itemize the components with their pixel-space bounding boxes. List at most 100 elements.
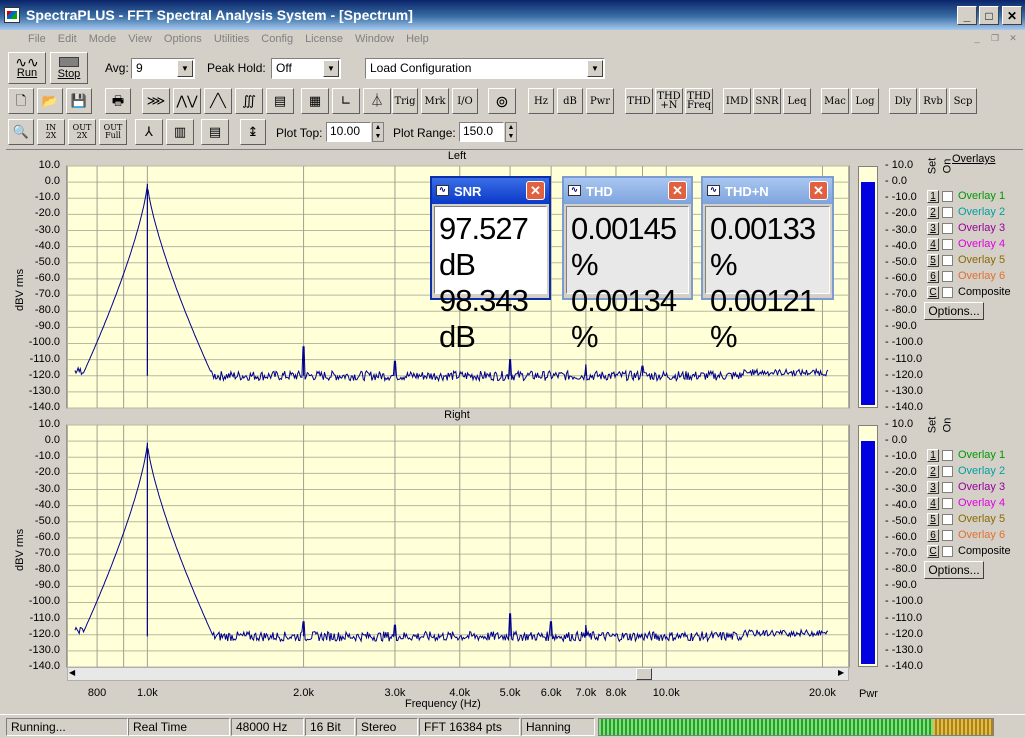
- x-tick-label: 10.0k: [652, 687, 680, 699]
- overlay-set-button[interactable]: 4: [927, 496, 939, 510]
- overlay-label: Overlay 6: [958, 270, 1006, 282]
- meter-tick-label: - -80.0: [885, 304, 917, 317]
- y-tick-label: -10.0: [34, 191, 60, 204]
- y-tick-label: 0.0: [44, 434, 60, 447]
- y-tick-label: -40.0: [34, 498, 60, 511]
- overlay-options-button[interactable]: Options...: [924, 561, 984, 579]
- status-window-function: Hanning: [521, 718, 595, 736]
- overlay-set-button[interactable]: 3: [927, 221, 939, 235]
- overlay-row: 5 Overlay 5: [927, 511, 1005, 527]
- y-tick-label: -80.0: [34, 563, 60, 576]
- overlay-set-button[interactable]: 2: [927, 464, 939, 478]
- overlay-checkbox[interactable]: [942, 513, 953, 525]
- overlay-set-button[interactable]: C: [927, 285, 939, 299]
- overlay-checkbox[interactable]: [942, 481, 953, 493]
- overlay-set-button[interactable]: 4: [927, 237, 939, 251]
- meter-tick-label: - -120.0: [885, 627, 923, 640]
- overlay-set-button[interactable]: 1: [927, 189, 939, 203]
- overlay-label: Composite: [958, 545, 1011, 557]
- thd-n-left-value: 0.00133 %: [710, 211, 816, 282]
- thd-window-caption[interactable]: ∿ THD ✕: [564, 178, 691, 204]
- status-sample-rate: 48000 Hz: [231, 718, 304, 736]
- overlay-checkbox[interactable]: [942, 254, 953, 266]
- x-tick-label: 800: [87, 687, 107, 699]
- thd-n-readout-window[interactable]: ∿ THD+N ✕ 0.00133 % 0.00121 %: [701, 176, 834, 354]
- overlay-row: 3 Overlay 3: [927, 479, 1005, 495]
- meter-tick-label: - -100.0: [885, 336, 923, 349]
- overlay-checkbox[interactable]: [942, 206, 953, 218]
- wave-icon: ∿: [568, 185, 581, 196]
- meter-tick-label: - -60.0: [885, 530, 917, 543]
- snr-readout-window[interactable]: ∿ SNR ✕ 97.527 dB 98.343 dB: [430, 176, 551, 354]
- overlay-label: Overlay 5: [958, 254, 1006, 266]
- y-tick-label: 0.0: [44, 175, 60, 188]
- overlay-checkbox[interactable]: [942, 286, 953, 298]
- overlay-set-button[interactable]: 6: [927, 528, 939, 542]
- overlay-checkbox[interactable]: [942, 270, 953, 282]
- overlay-checkbox[interactable]: [942, 465, 953, 477]
- status-channels: Stereo: [356, 718, 418, 736]
- meter-tick-label: - -110.0: [885, 352, 923, 365]
- x-tick-label: 6.0k: [540, 687, 562, 699]
- scroll-thumb[interactable]: [636, 668, 652, 680]
- set-column-label: Set: [926, 157, 939, 175]
- meter-tick-label: - -20.0: [885, 207, 917, 220]
- on-column-label: On: [941, 417, 954, 433]
- meter-tick-label: - -10.0: [885, 191, 917, 204]
- overlay-label: Overlay 6: [958, 529, 1006, 541]
- y-tick-label: -60.0: [34, 530, 60, 543]
- right-spectrum-plot[interactable]: [66, 424, 850, 668]
- meter-tick-label: - 0.0: [885, 434, 908, 447]
- close-icon[interactable]: ✕: [526, 181, 545, 200]
- meter-tick-label: - -110.0: [885, 611, 923, 624]
- overlay-set-button[interactable]: 6: [927, 269, 939, 283]
- y-tick-label: -110.0: [29, 352, 60, 365]
- overlay-set-button[interactable]: 5: [927, 253, 939, 267]
- overlay-checkbox[interactable]: [942, 190, 953, 202]
- overlay-checkbox[interactable]: [942, 238, 953, 250]
- scroll-left-icon[interactable]: ◀: [69, 668, 75, 677]
- meter-tick-label: - -20.0: [885, 466, 917, 479]
- x-tick-label: 1.0k: [136, 687, 158, 699]
- overlay-set-button[interactable]: 1: [927, 448, 939, 462]
- scroll-right-icon[interactable]: ▶: [838, 668, 844, 677]
- overlay-set-button[interactable]: 5: [927, 512, 939, 526]
- overlay-checkbox[interactable]: [942, 529, 953, 541]
- thd-readout-window[interactable]: ∿ THD ✕ 0.00145 % 0.00134 %: [562, 176, 693, 354]
- meter-tick-label: - -80.0: [885, 563, 917, 576]
- overlay-set-button[interactable]: C: [927, 544, 939, 558]
- x-tick-label: 2.0k: [293, 687, 314, 699]
- overlay-row: 4 Overlay 4: [927, 236, 1005, 252]
- overlay-label: Overlay 2: [958, 465, 1006, 477]
- overlay-set-button[interactable]: 3: [927, 480, 939, 494]
- overlay-checkbox[interactable]: [942, 545, 953, 557]
- overlay-checkbox[interactable]: [942, 222, 953, 234]
- y-tick-label: -80.0: [34, 304, 60, 317]
- pwr-label: Pwr: [859, 688, 878, 700]
- close-icon[interactable]: ✕: [668, 181, 687, 200]
- meter-tick-label: - -40.0: [885, 239, 917, 252]
- meter-tick-label: - -10.0: [885, 450, 917, 463]
- overlay-row: 2 Overlay 2: [927, 463, 1005, 479]
- overlay-checkbox[interactable]: [942, 497, 953, 509]
- overlay-row: 2 Overlay 2: [927, 204, 1005, 220]
- overlay-options-button[interactable]: Options...: [924, 302, 984, 320]
- meter-tick-label: - -70.0: [885, 288, 917, 301]
- snr-window-caption[interactable]: ∿ SNR ✕: [432, 178, 549, 204]
- status-mode: Real Time: [128, 718, 230, 736]
- close-icon[interactable]: ✕: [809, 181, 828, 200]
- meter-tick-label: - -70.0: [885, 547, 917, 560]
- overlay-checkbox[interactable]: [942, 449, 953, 461]
- meter-tick-label: - -130.0: [885, 643, 923, 656]
- y-tick-label: -100.0: [28, 595, 60, 608]
- thd-n-window-caption[interactable]: ∿ THD+N ✕: [703, 178, 832, 204]
- overlay-set-button[interactable]: 2: [927, 205, 939, 219]
- y-tick-label: -120.0: [28, 627, 60, 640]
- snr-left-value: 97.527 dB: [439, 211, 529, 282]
- overlay-label: Composite: [958, 286, 1011, 298]
- horizontal-scrollbar[interactable]: [67, 667, 849, 681]
- thd-right-value: 0.00134 %: [571, 283, 677, 354]
- right-power-meter: [858, 425, 878, 667]
- overlay-label: Overlay 2: [958, 206, 1006, 218]
- overlay-label: Overlay 5: [958, 513, 1006, 525]
